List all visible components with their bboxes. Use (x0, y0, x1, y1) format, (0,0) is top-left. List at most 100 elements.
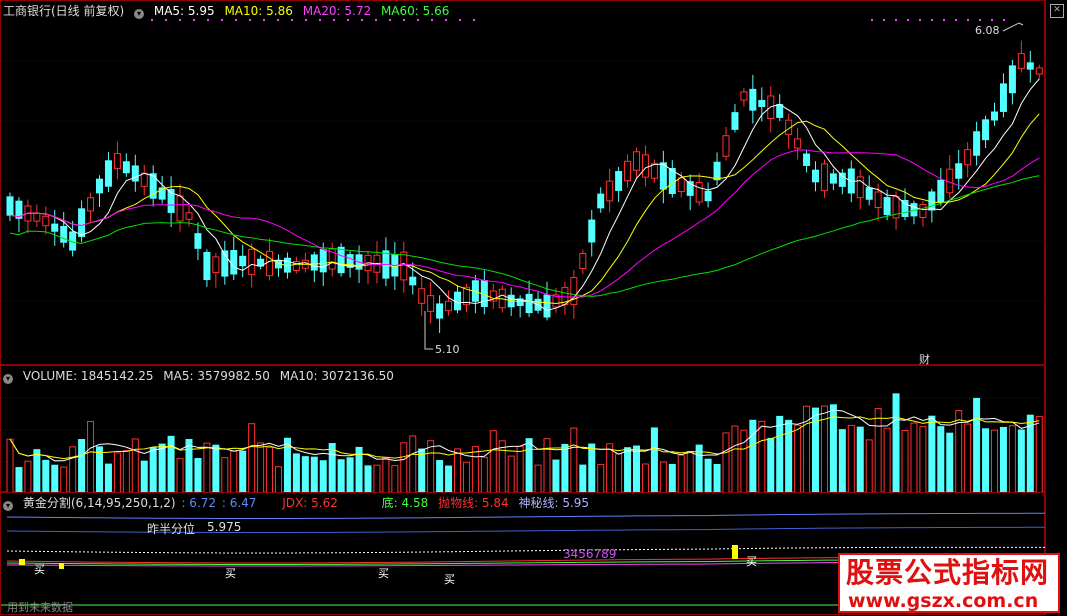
watermark-url: www.gszx.com.cn (848, 590, 1039, 612)
volume-bar (1026, 414, 1034, 493)
circle-menu-icon[interactable]: ▾ (134, 9, 145, 19)
price-chart-pane[interactable]: 工商银行(日线 前复权) ▾ MA5: 5.95 MA10: 5.86 MA20… (0, 0, 1046, 367)
ma10-readout: MA10: 5.86 (224, 4, 293, 18)
volume-bar (865, 439, 873, 493)
candlestick-chart[interactable] (1, 1, 1046, 366)
volume-bar (552, 459, 560, 493)
candle-body (722, 135, 730, 157)
candle-body (865, 187, 873, 200)
volume-bar (373, 464, 381, 493)
volume-bar (480, 456, 488, 493)
candle-body (695, 181, 703, 203)
volume-bar (507, 455, 515, 493)
candle-body (131, 165, 139, 182)
top-marker-dot (151, 19, 153, 21)
top-marker-dot (389, 19, 391, 21)
volume-bar (6, 438, 14, 493)
buy-signal: 买 (444, 573, 455, 586)
candle-body (60, 225, 68, 243)
volume-bar (498, 440, 506, 493)
volume-bar (194, 458, 202, 493)
volume-bar (794, 424, 802, 493)
volume-bar (829, 404, 837, 493)
candle-body (409, 276, 417, 286)
candle-body (713, 161, 721, 181)
volume-bar (928, 415, 936, 493)
candle-body (113, 153, 121, 169)
volume-bar (641, 463, 649, 493)
top-marker-dot (955, 19, 957, 21)
volume-bar (337, 459, 345, 493)
candle-body (794, 138, 802, 149)
volume-bar (310, 456, 318, 493)
volume-bar (418, 448, 426, 493)
top-marker-dot (179, 19, 181, 21)
ma20-line (9, 149, 1040, 298)
volume-bar (758, 420, 766, 493)
candle-body (749, 88, 757, 111)
candle-body (248, 248, 256, 275)
volume-bar (87, 421, 95, 493)
volume-bars[interactable] (1, 366, 1046, 493)
volume-bar (937, 426, 945, 493)
volume-bar (409, 435, 417, 493)
top-marker-dot (165, 19, 167, 21)
volume-bar (239, 450, 247, 493)
volume-bar (391, 465, 399, 493)
candle-body (266, 250, 274, 277)
volume-bar (588, 443, 596, 493)
volume-bar (704, 458, 712, 493)
top-marker-dot (263, 19, 265, 21)
top-marker-dot (967, 19, 969, 21)
candle-body (400, 251, 408, 281)
candle-body (964, 149, 972, 166)
top-marker-dot (445, 19, 447, 21)
top-marker-dot (375, 19, 377, 21)
close-icon[interactable]: ✕ (1050, 4, 1064, 18)
candle-body (525, 293, 533, 314)
candle-body (337, 246, 345, 274)
candle-body (194, 233, 202, 249)
volume-bar (149, 447, 157, 493)
volume-bar (776, 415, 784, 493)
volume-bar (96, 446, 103, 493)
top-marker-dot (943, 19, 945, 21)
volume-bar (346, 457, 354, 493)
top-marker-dot (417, 19, 419, 21)
low-pointer (424, 311, 433, 350)
candle-body (874, 191, 882, 208)
volume-bar (999, 426, 1007, 493)
candle-body (758, 99, 766, 108)
stock-title[interactable]: 工商银行(日线 前复权) (3, 4, 124, 18)
financial-report-marker[interactable]: 财 (919, 351, 930, 367)
candle-body (1017, 53, 1025, 69)
circle-menu-icon[interactable]: ▾ (3, 501, 13, 511)
top-marker-dot (193, 19, 195, 21)
volume-bar (292, 453, 300, 493)
volume-bar (973, 397, 981, 493)
candle-body (883, 197, 891, 215)
volume-bar (131, 438, 139, 493)
volume-bar (328, 443, 336, 493)
volume-bar (525, 438, 533, 493)
candle-body (838, 172, 846, 187)
circle-menu-icon[interactable]: ▾ (3, 374, 13, 384)
top-marker-dot (207, 19, 209, 21)
top-marker-dot (361, 19, 363, 21)
volume-bar (248, 423, 256, 493)
candle-body (104, 160, 112, 187)
candle-body (445, 300, 453, 312)
top-marker-dot (1003, 19, 1005, 21)
volume-bar (301, 456, 309, 493)
volume-bar (436, 460, 444, 493)
volume-bar (749, 419, 757, 493)
volume-bar (1035, 415, 1043, 493)
candle-body (543, 294, 551, 318)
half-position-value: 5.975 (207, 520, 242, 534)
volume-bar (767, 437, 775, 493)
volume-bar (606, 443, 614, 493)
volume-bar (1017, 429, 1025, 493)
candle-body (418, 288, 426, 304)
volume-chart-pane[interactable]: ▾ VOLUME: 1845142.25 MA5: 3579982.50 MA1… (0, 365, 1046, 493)
buy-signal: 买 (34, 563, 45, 576)
